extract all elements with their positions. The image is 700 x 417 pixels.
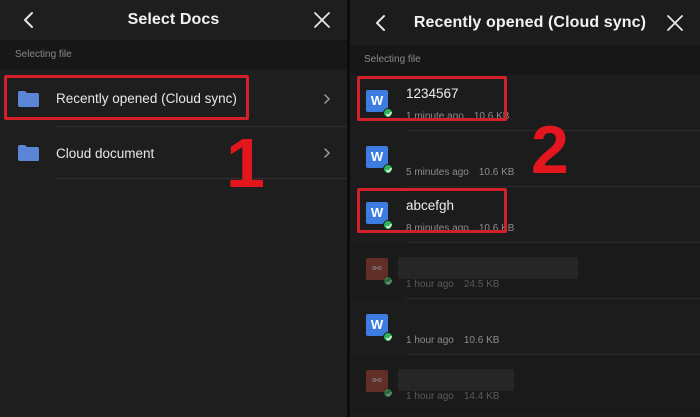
file-size: 10.6 KB	[463, 335, 500, 346]
file-time: 1 hour ago	[406, 391, 454, 402]
file-item[interactable]: ⚯ 1 hour ago 24.5 KB	[350, 243, 700, 299]
highlight-box-file-abcefgh	[357, 188, 507, 233]
divider	[56, 178, 347, 179]
file-time: 5 minutes ago	[406, 167, 469, 178]
close-icon[interactable]	[664, 12, 686, 34]
back-chevron-icon[interactable]	[370, 12, 392, 34]
check-circle-icon	[383, 388, 393, 398]
file-size: 24.5 KB	[463, 279, 500, 290]
step-number-2: 2	[531, 112, 569, 188]
redacted-file-name	[398, 369, 514, 391]
chevron-right-icon	[324, 93, 331, 104]
page-title: Select Docs	[127, 11, 220, 28]
file-time: 1 hour ago	[406, 279, 454, 290]
folder-label: Cloud document	[56, 145, 155, 161]
folder-icon	[18, 145, 39, 161]
file-meta: 1 hour ago 10.6 KB	[406, 335, 499, 346]
recently-opened-panel: Recently opened (Cloud sync) Selecting f…	[350, 0, 700, 417]
redacted-file-name	[398, 257, 578, 279]
file-item[interactable]: W 1 hour ago 10.6 KB	[350, 299, 700, 355]
back-chevron-icon[interactable]	[18, 9, 40, 31]
file-size: 14.4 KB	[463, 391, 500, 402]
check-circle-icon	[383, 332, 393, 342]
file-size: 10.6 KB	[478, 167, 515, 178]
file-meta: 5 minutes ago 10.6 KB	[406, 167, 514, 178]
file-item[interactable]: ⚯ 1 hour ago 14.4 KB	[350, 355, 700, 411]
highlight-box-file-1234567	[357, 76, 507, 121]
file-meta: 1 hour ago 14.4 KB	[406, 391, 499, 402]
check-circle-icon	[383, 164, 393, 174]
highlight-box-recently-opened	[4, 75, 249, 120]
file-meta: 1 hour ago 24.5 KB	[406, 279, 499, 290]
file-item[interactable]: W 5 minutes ago 10.6 KB	[350, 131, 700, 187]
close-icon[interactable]	[311, 9, 333, 31]
select-docs-header: Select Docs	[0, 0, 347, 40]
page-title: Recently opened (Cloud sync)	[413, 13, 647, 31]
chevron-right-icon	[324, 148, 331, 158]
folder-item-cloud-document[interactable]: Cloud document	[0, 127, 347, 179]
recently-opened-header: Recently opened (Cloud sync)	[350, 0, 700, 45]
section-label: Selecting file	[350, 45, 700, 75]
section-label: Selecting file	[0, 40, 347, 70]
step-number-1: 1	[226, 124, 265, 202]
file-time: 1 hour ago	[406, 335, 454, 346]
check-circle-icon	[383, 276, 393, 286]
select-docs-panel: Select Docs Selecting file Recently open…	[0, 0, 347, 417]
